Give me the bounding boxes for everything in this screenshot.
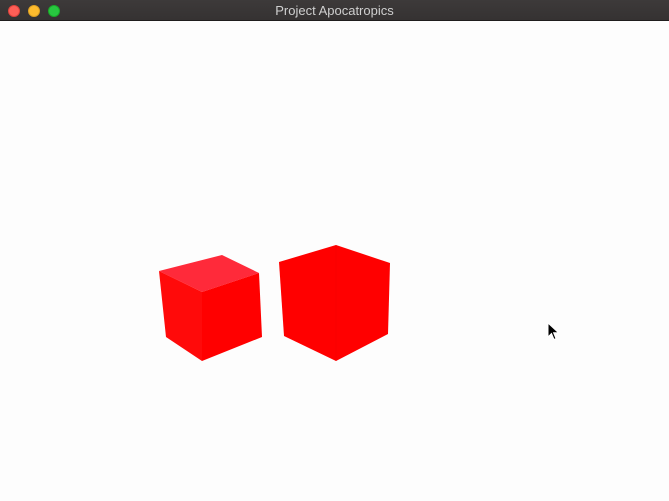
cube-right-left-face — [279, 245, 336, 361]
cube-left[interactable] — [159, 255, 262, 361]
app-window: Project Apocatropics — [0, 0, 669, 501]
arrow-cursor-icon — [547, 322, 560, 341]
3d-scene[interactable] — [0, 21, 669, 501]
title-bar[interactable]: Project Apocatropics — [0, 0, 669, 21]
window-title: Project Apocatropics — [275, 3, 394, 18]
cube-right[interactable] — [279, 245, 390, 361]
cube-right-right-face — [336, 245, 390, 361]
render-viewport[interactable] — [0, 21, 669, 501]
